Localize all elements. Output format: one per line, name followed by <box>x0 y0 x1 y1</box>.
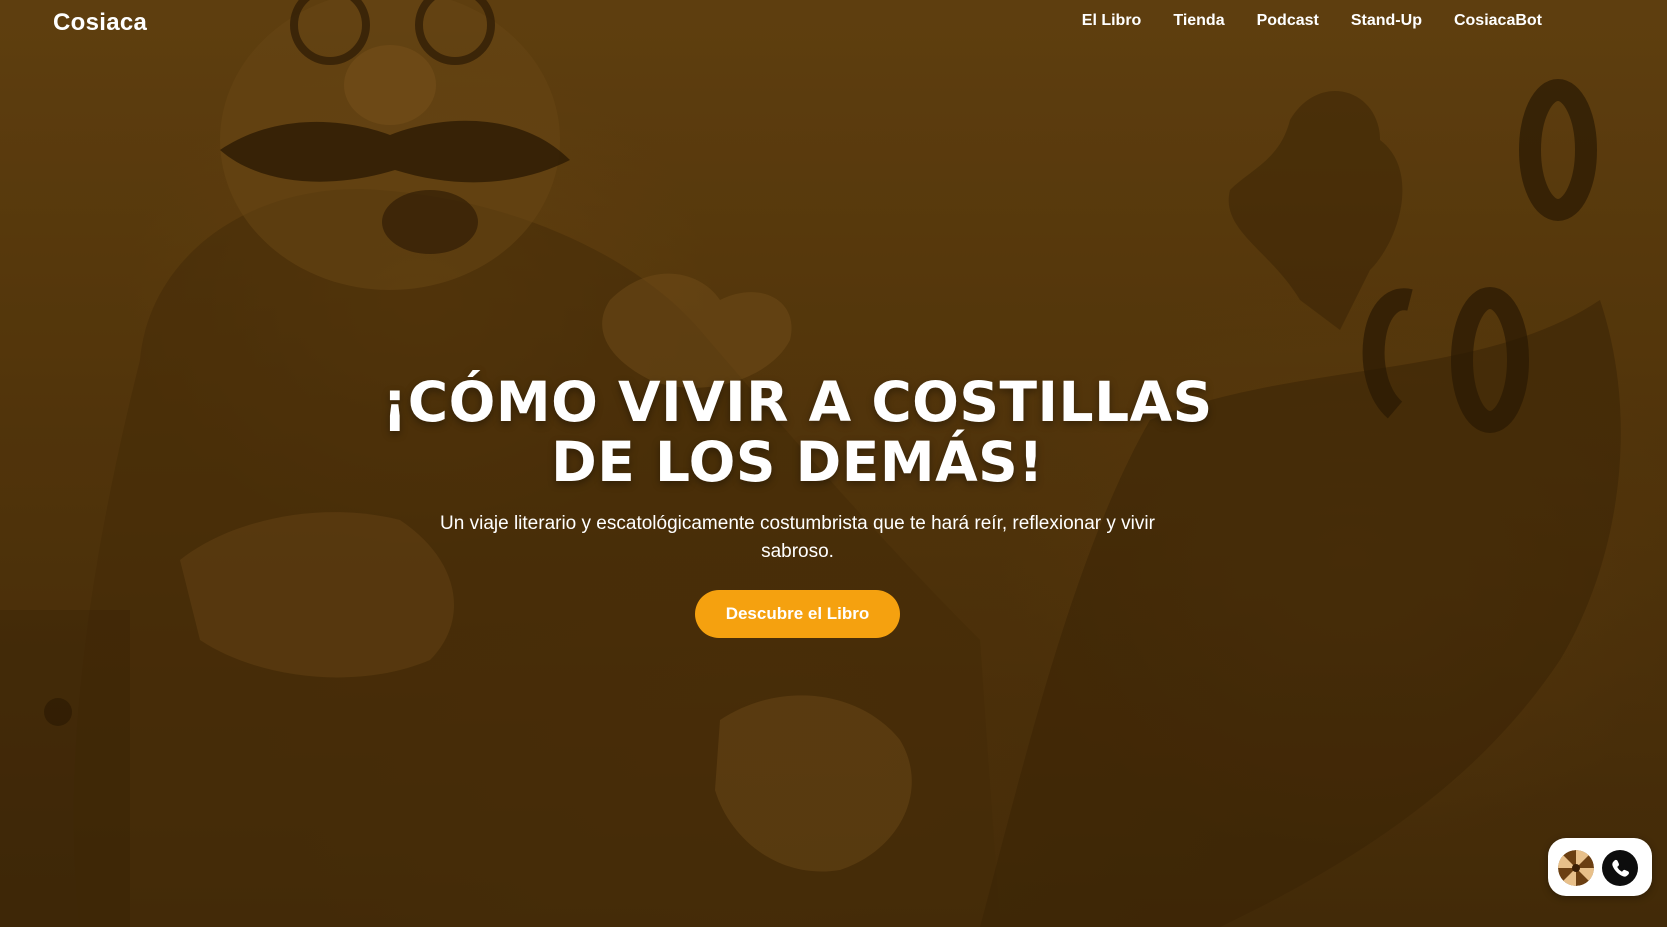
nav-item-stand-up: Stand-Up <box>1351 12 1422 30</box>
nav-menu: El Libro Tienda Podcast Stand-Up Cosiaca… <box>1082 12 1542 30</box>
nav-item-tienda: Tienda <box>1173 12 1224 30</box>
nav-item-podcast: Podcast <box>1257 12 1319 30</box>
spiral-avatar-icon[interactable] <box>1558 850 1594 886</box>
hero-title: ¡CÓMO VIVIR A COSTILLAS DE LOS DEMÁS! <box>348 372 1248 492</box>
nav-item-cosiacabot: CosiacaBot <box>1454 12 1542 30</box>
nav-link-podcast[interactable]: Podcast <box>1257 12 1319 29</box>
nav-item-el-libro: El Libro <box>1082 12 1142 30</box>
phone-icon[interactable] <box>1602 850 1638 886</box>
discover-book-button[interactable]: Descubre el Libro <box>694 590 901 638</box>
nav-link-tienda[interactable]: Tienda <box>1173 12 1224 29</box>
hero-content: ¡CÓMO VIVIR A COSTILLAS DE LOS DEMÁS! Un… <box>0 372 1595 638</box>
hero-subtitle: Un viaje literario y escatológicamente c… <box>440 513 1155 562</box>
brand-logo-link[interactable]: Cosiaca <box>53 9 147 37</box>
hero-title-line-2: DE LOS DEMÁS! <box>551 430 1044 494</box>
nav-link-cosiacabot[interactable]: CosiacaBot <box>1454 12 1542 29</box>
contact-widget[interactable] <box>1548 838 1652 896</box>
nav-link-stand-up[interactable]: Stand-Up <box>1351 12 1422 29</box>
top-navigation: Cosiaca El Libro Tienda Podcast Stand-Up… <box>0 0 1667 48</box>
hero-section: Cosiaca El Libro Tienda Podcast Stand-Up… <box>0 0 1667 927</box>
hero-title-line-1: ¡CÓMO VIVIR A COSTILLAS <box>382 370 1213 434</box>
nav-link-el-libro[interactable]: El Libro <box>1082 12 1142 29</box>
